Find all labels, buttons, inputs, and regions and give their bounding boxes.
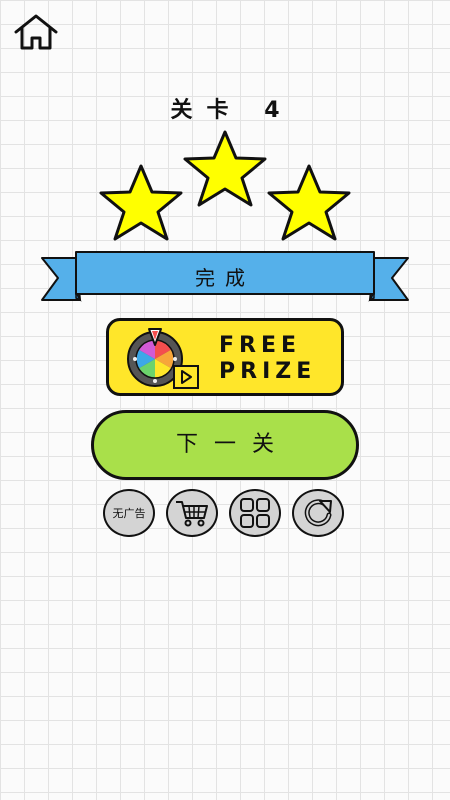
level-label: 关卡 [170, 98, 243, 123]
star-left-icon [99, 164, 183, 241]
no-ads-button[interactable]: 无广告 [103, 489, 155, 537]
home-icon [14, 14, 58, 50]
restart-icon [304, 499, 332, 527]
free-prize-label: FREE PRIZE [219, 333, 316, 385]
free-prize-button[interactable]: FREE PRIZE [106, 318, 344, 396]
next-level-label: 下一关 [175, 432, 290, 457]
free-prize-line2: PRIZE [219, 359, 317, 384]
restart-button[interactable] [292, 489, 344, 537]
next-level-button[interactable]: 下一关 [91, 410, 359, 480]
level-title: 关卡 4 [0, 92, 450, 124]
level-select-button[interactable] [229, 489, 281, 537]
home-button[interactable] [12, 12, 60, 52]
free-prize-line1: FREE [219, 333, 302, 358]
grid-icon [240, 498, 270, 528]
shop-button[interactable] [166, 489, 218, 537]
level-number: 4 [264, 98, 280, 123]
star-right-icon [267, 164, 351, 241]
no-ads-label: 无广告 [112, 507, 146, 520]
complete-label: 完成 [195, 266, 255, 290]
cart-icon [176, 501, 208, 527]
star-center-icon [183, 130, 267, 207]
video-play-icon [173, 365, 199, 389]
